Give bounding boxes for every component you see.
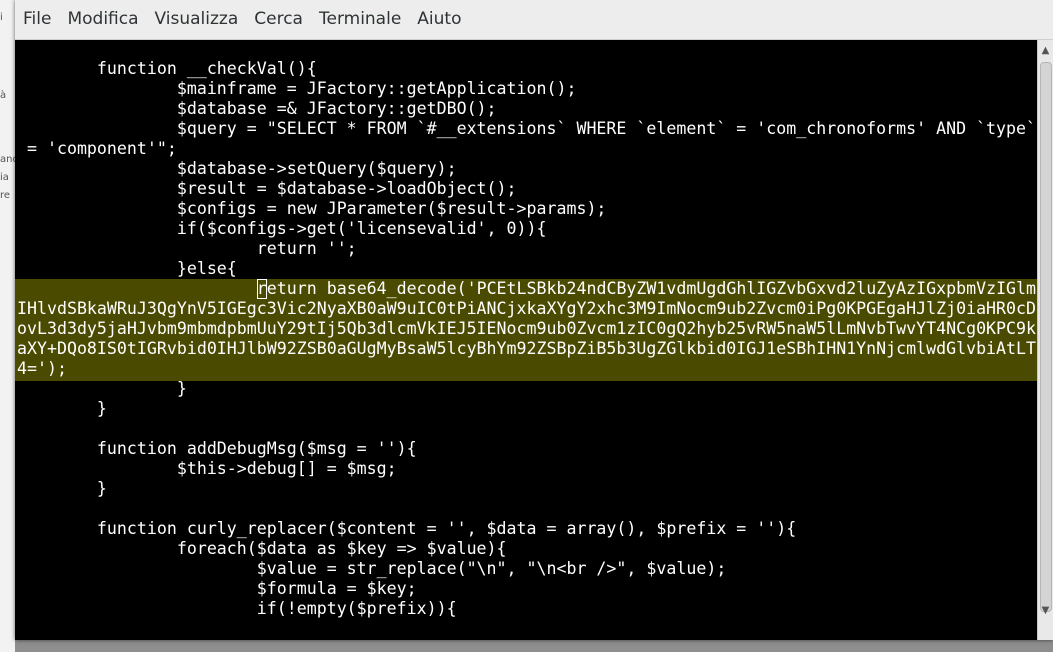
code-line: }: [17, 479, 107, 498]
menu-bar: File Modifica Visualizza Cerca Terminale…: [15, 0, 1053, 40]
terminal-window: File Modifica Visualizza Cerca Terminale…: [15, 0, 1053, 640]
code-line: $value = str_replace("\n", "\n<br />", $…: [17, 559, 727, 578]
code-line: $query = "SELECT * FROM `#__extensions` …: [17, 119, 1037, 138]
cursor-line-indent: [17, 279, 257, 298]
code-line: = 'component'";: [17, 139, 177, 158]
menu-terminale[interactable]: Terminale: [311, 0, 409, 39]
terminal-output[interactable]: function __checkVal(){ $mainframe = JFac…: [15, 40, 1037, 640]
code-line-cursor: return base64_decode('PCEtLSBkb24ndCByZW…: [17, 279, 1036, 299]
code-line: $mainframe = JFactory::getApplication();: [17, 79, 577, 98]
cursor-line-rest: eturn base64_decode('PCEtLSBkb24ndCByZW1…: [266, 279, 1037, 298]
code-line: ovL3d3dy5jaHJvbm9mbmdpbmUuY29tIj5Qb3dlcm…: [17, 319, 1037, 338]
scrollbar-thumb[interactable]: [1040, 62, 1052, 612]
menu-aiuto[interactable]: Aiuto: [409, 0, 469, 39]
bg-text-fragment: ia: [0, 172, 9, 183]
code-line: }: [17, 399, 107, 418]
code-line: foreach($data as $key => $value){: [17, 539, 507, 558]
code-line: }: [17, 379, 187, 398]
code-line: return '';: [17, 239, 357, 258]
code-line: if(!empty($prefix)){: [17, 599, 457, 618]
code-line: $result = $database->loadObject();: [17, 179, 517, 198]
code-line: $database =& JFactory::getDBO();: [17, 99, 497, 118]
code-line: if($configs->get('licensevalid', 0)){: [17, 219, 547, 238]
code-line: $formula = $key;: [17, 579, 417, 598]
bg-text-fragment: re: [0, 190, 11, 201]
menu-cerca[interactable]: Cerca: [246, 0, 311, 39]
menu-file[interactable]: File: [15, 0, 59, 39]
bg-text-fragment: à: [0, 90, 7, 101]
scroll-down-arrow-icon[interactable]: ▼: [1038, 602, 1053, 620]
code-line: 4=');: [17, 359, 67, 378]
code-line: $this->debug[] = $msg;: [17, 459, 397, 478]
menu-visualizza[interactable]: Visualizza: [147, 0, 247, 39]
bg-text-fragment: and: [0, 154, 15, 165]
code-line: function curly_replacer($content = '', $…: [17, 519, 797, 538]
code-line: $configs = new JParameter($result->param…: [17, 199, 607, 218]
code-line: }else{: [17, 259, 237, 278]
menu-modifica[interactable]: Modifica: [59, 0, 146, 39]
code-line: function addDebugMsg($msg = ''){: [17, 439, 417, 458]
code-line: function __checkVal(){: [17, 59, 317, 78]
background-window: i à and ia re: [0, 0, 15, 652]
vertical-scrollbar[interactable]: ▲ ▼: [1037, 40, 1053, 640]
bg-text-fragment: i: [0, 12, 3, 23]
code-line: IHlvdSBkaWRuJ3QgYnV5IGEgc3Vic2NyaXB0aW9u…: [17, 299, 1037, 318]
text-cursor: r: [256, 279, 267, 299]
code-line: $database->setQuery($query);: [17, 159, 457, 178]
scroll-up-arrow-icon[interactable]: ▲: [1038, 42, 1053, 60]
code-line: aXY+DQo8IS0tIGRvbid0IHJlbW92ZSB0aGUgMyBs…: [17, 339, 1037, 358]
